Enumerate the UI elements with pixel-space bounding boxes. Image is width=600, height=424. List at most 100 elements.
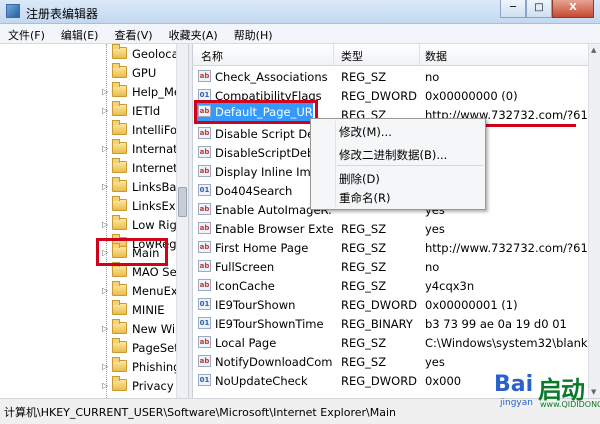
watermark-logo: Bai jingyan 启动 www.QIDIDONG.COM <box>494 368 600 424</box>
menu-favorites[interactable]: 收藏夹(A) <box>161 24 226 43</box>
folder-icon <box>112 376 127 391</box>
header-name[interactable]: 名称 <box>201 48 223 64</box>
expand-arrow-icon[interactable]: ▷ <box>102 144 108 153</box>
tree-item[interactable]: ▷ Low Rig <box>0 215 177 235</box>
binary-value-icon: 01 <box>198 298 211 310</box>
menu-item-delete[interactable]: 删除(D) <box>339 171 380 187</box>
menu-item-modify-binary[interactable]: 修改二进制数据(B)... <box>339 147 447 163</box>
folder-icon <box>112 139 127 154</box>
table-row[interactable]: 01 IE9TourShownTime REG_BINARY b3 73 99 ae … <box>193 314 588 333</box>
header-data[interactable]: 数据 <box>425 48 447 64</box>
tree-item[interactable]: ▷ Help_Me <box>0 82 181 102</box>
value-name: FullScreen <box>215 260 275 274</box>
string-value-icon: ab <box>198 355 211 367</box>
table-row[interactable]: ab Check_Associations REG_SZ no <box>193 67 588 86</box>
folder-icon <box>112 281 127 296</box>
expand-arrow-icon[interactable]: ▷ <box>102 87 108 96</box>
context-menu: 修改(M)... 修改二进制数据(B)... 删除(D) 重命名(R) <box>310 118 486 210</box>
column-divider[interactable] <box>419 44 420 66</box>
menu-view[interactable]: 查看(V) <box>106 24 160 43</box>
scroll-up-icon[interactable]: ▲ <box>591 46 596 54</box>
tree-item[interactable]: ▷ LinksBar <box>0 177 181 197</box>
folder-icon <box>112 357 127 372</box>
value-data: yes <box>425 222 445 236</box>
tree-item[interactable]: ▷ Phishing <box>0 357 180 377</box>
binary-value-icon: 01 <box>198 374 211 386</box>
table-row[interactable]: ab Enable Browser Exte... REG_SZ yes <box>193 219 588 238</box>
binary-value-icon: 01 <box>198 317 211 329</box>
menu-edit[interactable]: 编辑(E) <box>53 24 107 43</box>
string-value-icon: ab <box>198 127 211 139</box>
tree-scroll-thumb[interactable] <box>178 187 187 217</box>
tree-item[interactable]: GPU <box>0 63 176 83</box>
watermark-bai: Bai <box>494 372 534 397</box>
menu-item-modify[interactable]: 修改(M)... <box>339 124 392 140</box>
folder-icon <box>112 120 127 135</box>
value-type: REG_BINARY <box>341 317 413 331</box>
tree-item[interactable]: LinksExp <box>0 196 183 216</box>
tree-item[interactable]: PageSet <box>0 338 179 358</box>
menu-item-rename[interactable]: 重命名(R) <box>339 190 390 206</box>
tree-item-label: MenuExt <box>132 284 183 298</box>
tree-item[interactable]: ▷ Privacy <box>0 376 176 396</box>
tree-item-label: Help_Me <box>132 85 181 99</box>
value-type: REG_DWORD <box>341 298 418 312</box>
expand-arrow-icon[interactable]: ▷ <box>102 324 108 333</box>
minimize-button[interactable]: ─ <box>500 0 526 18</box>
tree-item[interactable]: ▷ IETld <box>0 101 176 121</box>
menu-separator <box>337 165 483 166</box>
table-row[interactable]: ab FullScreen REG_SZ no <box>193 257 588 276</box>
tree-item-label: Internat <box>132 142 178 156</box>
expand-arrow-icon[interactable]: ▷ <box>102 182 108 191</box>
string-value-icon: ab <box>198 260 211 272</box>
tree-item-label: IntelliFo <box>132 123 178 137</box>
value-type: REG_SZ <box>341 260 387 274</box>
expand-arrow-icon[interactable]: ▷ <box>102 362 108 371</box>
tree-item-label: Geoloca <box>132 47 179 61</box>
tree-item-label: MINIE <box>132 303 165 317</box>
tree-item-label: Phishing <box>132 360 181 374</box>
string-value-icon: ab <box>198 165 211 177</box>
list-scrollbar[interactable]: ▲ ▼ <box>588 44 600 398</box>
tree-item[interactable]: Internet <box>0 158 178 178</box>
window-title: 注册表编辑器 <box>26 7 99 21</box>
folder-icon <box>112 338 127 353</box>
tree-item-label: PageSet <box>132 341 179 355</box>
tree-item-label: LinksBar <box>132 180 182 194</box>
tree-scrollbar[interactable] <box>176 44 188 398</box>
tree-item[interactable]: MINIE <box>0 300 176 320</box>
expand-arrow-icon[interactable]: ▷ <box>102 381 108 390</box>
folder-icon <box>112 300 127 315</box>
table-row[interactable]: ab Local Page REG_SZ C:\Windows\system32\bl… <box>193 333 588 352</box>
maximize-button[interactable]: □ <box>526 0 552 18</box>
value-data: C:\Windows\system32\blank. <box>425 336 588 350</box>
expand-arrow-icon[interactable]: ▷ <box>102 106 108 115</box>
column-divider[interactable] <box>333 44 334 66</box>
expand-arrow-icon[interactable]: ▷ <box>102 220 108 229</box>
folder-icon <box>112 63 127 78</box>
tree-item[interactable]: ▷ New Wi <box>0 319 176 339</box>
table-row[interactable]: ab IconCache REG_SZ y4cqx3n <box>193 276 588 295</box>
table-row[interactable]: ab First Home Page REG_SZ http://www.732732… <box>193 238 588 257</box>
tree-item[interactable]: ▷ MenuExt <box>0 281 182 301</box>
close-button[interactable]: X <box>552 0 594 18</box>
tree-item[interactable]: ▷ Internat <box>0 139 178 159</box>
tree-item[interactable]: Geoloca <box>0 44 179 64</box>
table-row[interactable]: 01 IE9TourShown REG_DWORD 0x00000001 (1) <box>193 295 588 314</box>
tree-item-label: IETld <box>132 104 161 118</box>
value-data: b3 73 99 ae 0a 19 d0 01 <box>425 317 567 331</box>
folder-icon <box>112 196 127 211</box>
menu-help[interactable]: 帮助(H) <box>226 24 281 43</box>
value-type: REG_SZ <box>341 70 387 84</box>
menu-bar: 文件(F) 编辑(E) 查看(V) 收藏夹(A) 帮助(H) <box>0 24 600 44</box>
watermark-sub: jingyan <box>500 398 533 408</box>
folder-icon <box>112 215 127 230</box>
tree-item[interactable]: IntelliFo <box>0 120 178 140</box>
menu-file[interactable]: 文件(F) <box>0 24 53 43</box>
expand-arrow-icon[interactable]: ▷ <box>102 286 108 295</box>
string-value-icon: ab <box>198 241 211 253</box>
list-header: 名称 类型 数据 <box>193 44 588 66</box>
header-type[interactable]: 类型 <box>341 48 363 64</box>
highlight-box-main-key <box>96 238 168 266</box>
string-value-icon: ab <box>198 70 211 82</box>
